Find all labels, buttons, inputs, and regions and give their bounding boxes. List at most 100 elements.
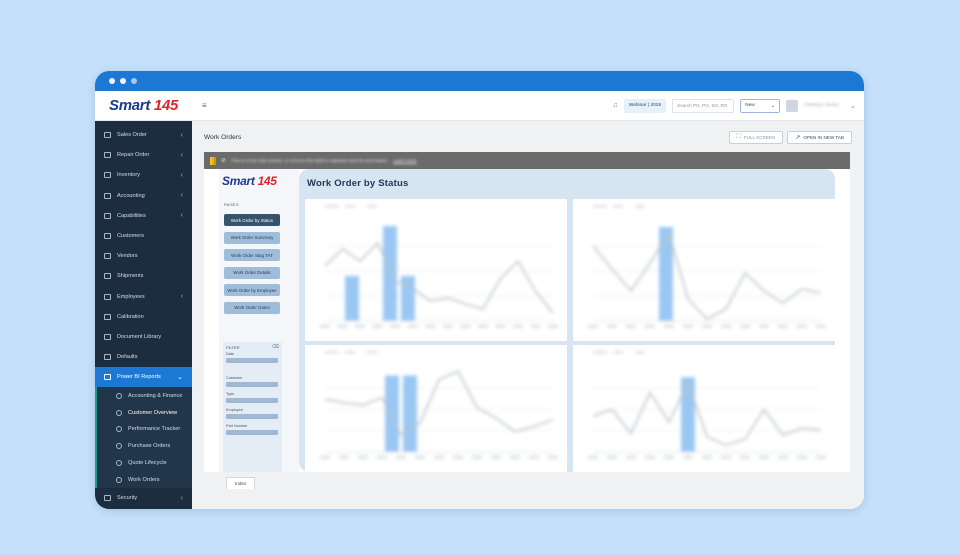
report-logo: Smart 145 (222, 174, 277, 188)
tile-header-text (367, 351, 377, 354)
tick-label (529, 456, 539, 459)
tick-label (425, 325, 436, 328)
report-main-panel: Work Order by Status (299, 169, 835, 472)
tick-label (415, 456, 425, 459)
tile-header-text (593, 205, 607, 208)
sidebar-item-inventory[interactable]: Inventory ‹ (95, 165, 192, 185)
nav-label: Accounting (117, 192, 145, 199)
clear-filter-icon[interactable]: ⌫ (272, 344, 279, 350)
page-button-work-order-by-status[interactable]: Work Order by Status (224, 214, 280, 226)
tick-label (626, 325, 636, 328)
tick-label (442, 325, 453, 328)
sidebar-subitem-work-orders[interactable]: Work Orders (95, 471, 192, 489)
tile-header-text (613, 351, 623, 354)
learn-more-link[interactable]: Learn more (393, 158, 417, 163)
filter-label-part-number: Part Number (226, 424, 248, 428)
page-button-work-order-summary[interactable]: Work Order Summary (224, 231, 280, 244)
sidebar-subitem-purchase-orders[interactable]: Purchase Orders (95, 437, 192, 455)
filter-select[interactable] (226, 398, 278, 403)
bar-mark (681, 377, 695, 452)
sidebar-item-employees[interactable]: Employees ‹ (95, 287, 192, 307)
tick-label (778, 325, 788, 328)
window-dot-3[interactable] (131, 78, 137, 84)
sidebar-subitem-customer-overview[interactable]: Customer Overview (95, 404, 192, 422)
sidebar-item-repair-order[interactable]: Repair Order ‹ (95, 145, 192, 165)
sidebar-item-shipments[interactable]: Shipments (95, 266, 192, 286)
filter-select[interactable] (226, 414, 278, 419)
tick-label (645, 456, 655, 459)
webinar-button[interactable]: Webinar | 2026 (623, 98, 667, 113)
tick-label (530, 325, 541, 328)
filter-select[interactable] (226, 382, 278, 387)
tick-label (472, 456, 482, 459)
sidebar-item-defaults[interactable]: Defaults (95, 347, 192, 367)
filter-select[interactable] (226, 430, 278, 435)
tick-label (759, 325, 769, 328)
logo[interactable]: Smart 145 (95, 91, 192, 121)
tick-label (683, 456, 693, 459)
user-chevron-down-icon[interactable]: ⌄ (850, 102, 856, 110)
sidebar-item-customers[interactable]: Customers (95, 226, 192, 246)
user-name[interactable]: Client111 Simon (804, 103, 844, 108)
sidebar-subitem-quote-lifecycle[interactable]: Quote Lifecycle (95, 454, 192, 472)
chart-tile-4[interactable] (573, 345, 835, 472)
nav-icon (116, 392, 122, 399)
banner-text: This is a free trial version, to remove … (231, 158, 389, 163)
page-button-work-order-details[interactable]: Work Order Details (224, 266, 280, 279)
link-icon: ⊘ (221, 158, 227, 164)
nav-icon (104, 172, 111, 179)
tick-label (453, 456, 463, 459)
nav-label: Sales Order (117, 132, 147, 139)
topbar: ≡ ♫ Webinar | 2026 Search PO, PO, SO, RO… (192, 91, 864, 121)
tick-label (664, 325, 674, 328)
tick-label (358, 456, 368, 459)
sidebar-item-sales-order[interactable]: Sales Order ‹ (95, 125, 192, 145)
nav-icon (104, 374, 111, 381)
tile-header-text (325, 205, 339, 208)
sidebar-item-power-bi-reports[interactable]: Power BI Reports ⌄ (95, 367, 192, 388)
new-button[interactable]: New ⌄ (740, 98, 781, 113)
filter-select[interactable] (226, 358, 278, 363)
open-new-tab-button[interactable]: ↗ OPEN IN NEW TAB (787, 130, 852, 144)
sidebar-item-document-library[interactable]: Document Library (95, 327, 192, 347)
logo-number: 145 (153, 97, 179, 114)
powerbi-logo-icon (210, 156, 216, 165)
fullscreen-button[interactable]: ⛶ FULL SCREEN (728, 130, 784, 144)
window-dot-1[interactable] (109, 78, 115, 84)
page-button-work-order-gates[interactable]: Work Order Gates (224, 301, 280, 314)
tick-label (390, 325, 401, 328)
chart-tile-1[interactable] (305, 199, 567, 341)
page-button-work-order-by-employee[interactable]: Work Order by Employee (224, 284, 280, 296)
tab-index[interactable]: Index (226, 477, 256, 489)
open-new-tab-label: OPEN IN NEW TAB (803, 134, 844, 140)
report-logo-word: Smart (222, 174, 255, 188)
announcement-icon[interactable]: ♫ (613, 102, 618, 109)
sidebar-item-vendors[interactable]: Vendors (95, 246, 192, 266)
tile-header-text (613, 205, 623, 208)
sidebar-subitem-accounting-finance[interactable]: Accounting & Finance (95, 387, 192, 405)
window-dot-2[interactable] (120, 78, 126, 84)
sidebar-item-accounting[interactable]: Accounting ‹ (95, 186, 192, 206)
chart-tile-2[interactable] (573, 199, 835, 341)
tick-label (721, 456, 731, 459)
sidebar-item-security[interactable]: Security ‹ (95, 488, 192, 508)
menu-icon[interactable]: ≡ (202, 101, 207, 110)
bar-mark (403, 375, 417, 452)
avatar[interactable] (786, 99, 799, 112)
search-input[interactable]: Search PO, PO, SO, RO (672, 98, 735, 113)
tick-label (510, 456, 520, 459)
nav-icon (116, 460, 122, 467)
tile-header-text (367, 205, 377, 208)
chart-tile-3[interactable] (305, 345, 567, 472)
tick-label (491, 456, 501, 459)
nav-icon (116, 426, 122, 433)
nav-chevron-icon: ⌄ (177, 374, 183, 382)
nav-label: Employees (117, 293, 145, 300)
page-button-work-order-stag-tat[interactable]: Work Order Stag TAT (224, 249, 280, 261)
filter-panel: FILTER ⌫ Date Customer Type Employee Part Nu… (223, 342, 282, 482)
fullscreen-icon: ⛶ (736, 133, 741, 140)
series-line (324, 241, 554, 314)
sidebar-item-calibration[interactable]: Calibration (95, 307, 192, 327)
sidebar-item-capabilities[interactable]: Capabilities ‹ (95, 206, 192, 226)
sidebar-subitem-performance-tracker[interactable]: Performance Tracker (95, 421, 192, 438)
